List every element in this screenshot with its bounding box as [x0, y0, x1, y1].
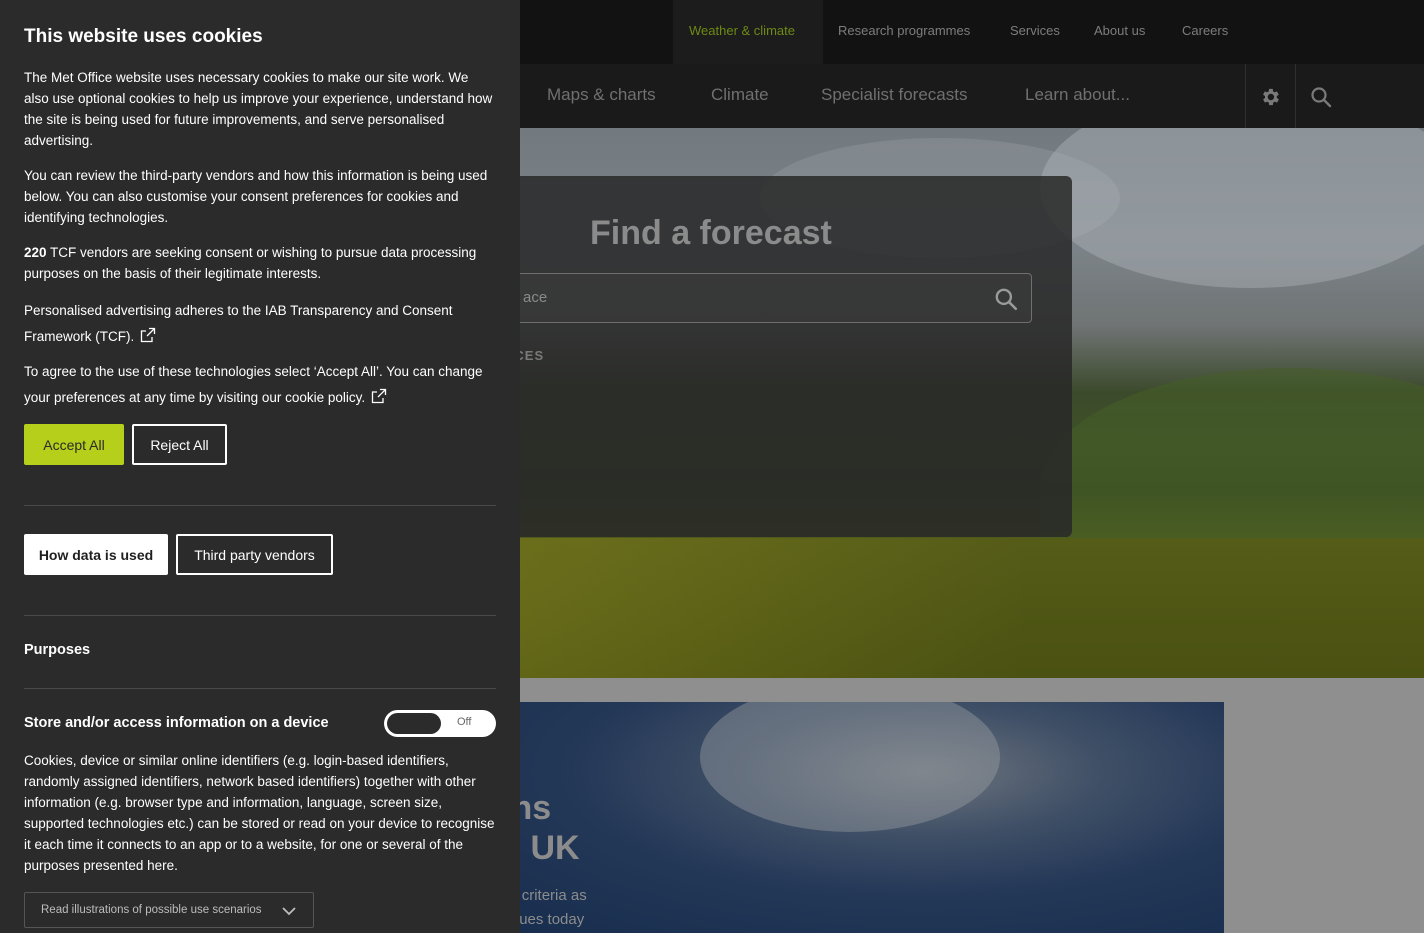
nav-divider — [1295, 64, 1296, 128]
reject-all-button[interactable]: Reject All — [132, 424, 227, 465]
search-icon[interactable] — [993, 286, 1019, 312]
chevron-down-icon — [282, 907, 296, 916]
divider — [24, 688, 496, 689]
external-link-icon[interactable] — [371, 388, 387, 404]
divider — [24, 505, 496, 506]
main-nav-climate[interactable]: Climate — [711, 85, 769, 105]
find-forecast-panel: Find a forecast ace ACES — [470, 176, 1072, 537]
search-icon[interactable] — [1308, 84, 1334, 110]
accept-all-button[interactable]: Accept All — [24, 424, 124, 465]
top-nav-research-programmes[interactable]: Research programmes — [838, 23, 970, 38]
toggle-state-label: Off — [457, 716, 472, 728]
cookie-agree-text: To agree to the use of these technologie… — [24, 364, 483, 405]
top-nav-careers[interactable]: Careers — [1182, 23, 1228, 38]
tab-third-party-vendors[interactable]: Third party vendors — [176, 534, 333, 575]
store-access-description: Cookies, device or similar online identi… — [24, 753, 495, 873]
use-scenarios-label: Read illustrations of possible use scena… — [41, 904, 262, 916]
promo-card[interactable]: tions the UK atwave criteria as r contin… — [470, 702, 1224, 933]
cookie-intro-text: The Met Office website uses necessary co… — [24, 70, 493, 148]
external-link-icon[interactable] — [140, 327, 156, 343]
cookie-review-text: You can review the third-party vendors a… — [24, 168, 488, 225]
forecast-search-placeholder: ace — [523, 289, 548, 306]
nav-divider — [1245, 64, 1246, 128]
tab-how-data-is-used[interactable]: How data is used — [24, 534, 168, 575]
divider — [24, 615, 496, 616]
top-nav-about-us[interactable]: About us — [1094, 23, 1145, 38]
purposes-heading: Purposes — [24, 642, 91, 658]
vendor-count: 220 — [24, 245, 47, 260]
top-nav-weather-climate[interactable]: Weather & climate — [689, 23, 795, 38]
cookie-vendors-text: 220 TCF vendors are seeking consent or w… — [24, 245, 477, 281]
use-scenarios-expander[interactable]: Read illustrations of possible use scena… — [24, 892, 314, 928]
main-nav-maps-charts[interactable]: Maps & charts — [547, 85, 656, 105]
gear-icon[interactable] — [1257, 84, 1283, 110]
store-access-heading: Store and/or access information on a dev… — [24, 715, 329, 731]
cookie-tcf-text: Personalised advertising adheres to the … — [24, 303, 453, 344]
forecast-search-input[interactable]: ace — [500, 273, 1032, 323]
main-nav-specialist-forecasts[interactable]: Specialist forecasts — [821, 85, 967, 105]
cookie-title: This website uses cookies — [24, 26, 263, 47]
main-nav-learn-about[interactable]: Learn about... — [1025, 85, 1130, 105]
top-nav-services[interactable]: Services — [1010, 23, 1060, 38]
cookie-consent-panel: This website uses cookies The Met Office… — [0, 0, 520, 933]
toggle-knob — [387, 713, 441, 734]
store-access-toggle[interactable]: Off — [384, 710, 496, 737]
find-forecast-title: Find a forecast — [590, 214, 832, 252]
